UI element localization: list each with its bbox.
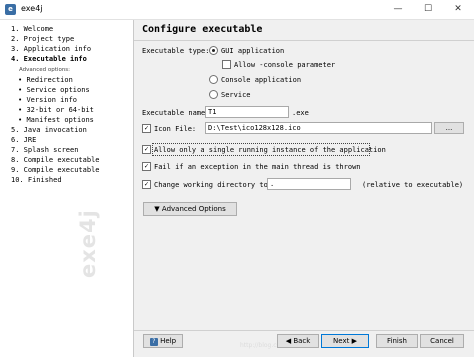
back-button-label: Back: [293, 337, 311, 345]
wizard-steps-sidebar: 1. Welcome 2. Project type 3. Applicatio…: [0, 20, 134, 357]
step-jre[interactable]: 6. JRE: [11, 136, 36, 144]
cancel-button[interactable]: Cancel: [420, 334, 464, 348]
step-manifest-options[interactable]: • Manifest options: [18, 116, 94, 124]
icon-file-input[interactable]: D:\Test\ico128x128.ico: [205, 122, 432, 134]
title-divider: [134, 40, 474, 41]
icon-file-checkbox[interactable]: ✓: [142, 124, 151, 133]
step-application-info[interactable]: 3. Application info: [11, 45, 91, 53]
step-executable-info[interactable]: 4. Executable info: [11, 55, 87, 63]
step-32-64-bit-label: 32-bit or 64-bit: [26, 106, 94, 114]
footer-divider: [134, 330, 474, 331]
fail-on-exception-checkbox[interactable]: ✓: [142, 162, 151, 171]
advanced-options-button-label: Advanced Options: [161, 205, 226, 213]
console-application-radio[interactable]: [209, 75, 218, 84]
console-application-label: Console application: [221, 76, 302, 84]
step-java-invocation[interactable]: 5. Java invocation: [11, 126, 87, 134]
step-32-64-bit[interactable]: • 32-bit or 64-bit: [18, 106, 94, 114]
change-working-dir-checkbox[interactable]: ✓: [142, 180, 151, 189]
gui-application-label: GUI application: [221, 47, 285, 55]
next-button-label: Next: [333, 337, 350, 345]
back-button[interactable]: ◀ Back: [277, 334, 319, 348]
help-button[interactable]: ? Help: [143, 334, 183, 348]
relative-to-executable-label: (relative to executable): [362, 181, 464, 189]
step-service-options-label: Service options: [26, 86, 90, 94]
working-dir-input[interactable]: .: [267, 178, 351, 190]
executable-name-label: Executable name:: [142, 109, 210, 117]
allow-single-instance-checkbox[interactable]: ✓: [142, 145, 151, 154]
help-icon: ?: [149, 338, 158, 346]
allow-console-label: Allow -console parameter: [234, 61, 336, 69]
close-button[interactable]: ✕: [443, 0, 473, 19]
executable-type-label: Executable type:: [142, 47, 210, 55]
advanced-options-button[interactable]: ▼ Advanced Options: [143, 202, 237, 216]
fail-on-exception-label: Fail if an exception in the main thread …: [154, 163, 361, 171]
icon-file-label: Icon File:: [154, 125, 197, 133]
step-version-info[interactable]: • Version info: [18, 96, 77, 104]
step-version-info-label: Version info: [26, 96, 78, 104]
minimize-button[interactable]: —: [383, 0, 413, 19]
exe4j-watermark: exe4j: [76, 209, 100, 278]
service-radio[interactable]: [209, 90, 218, 99]
maximize-button[interactable]: ☐: [413, 0, 443, 19]
service-label: Service: [221, 91, 251, 99]
help-button-label: Help: [160, 337, 177, 345]
gui-application-radio[interactable]: [209, 46, 218, 55]
page-title: Configure executable: [142, 24, 263, 35]
step-redirection[interactable]: • Redirection: [18, 76, 73, 84]
next-button[interactable]: Next ▶: [321, 334, 369, 348]
step-finished[interactable]: 10. Finished: [11, 176, 62, 184]
step-project-type[interactable]: 2. Project type: [11, 35, 74, 43]
step-manifest-options-label: Manifest options: [26, 116, 94, 124]
executable-name-input[interactable]: T1: [205, 106, 289, 118]
title-bar: e exe4j — ☐ ✕: [0, 0, 474, 20]
step-compile-executable-b[interactable]: 9. Compile executable: [11, 166, 100, 174]
back-arrow-icon: ◀: [285, 337, 292, 345]
browse-icon-button[interactable]: ...: [434, 122, 464, 134]
step-service-options[interactable]: • Service options: [18, 86, 90, 94]
step-splash-screen[interactable]: 7. Splash screen: [11, 146, 78, 154]
step-welcome[interactable]: 1. Welcome: [11, 25, 53, 33]
advanced-options-label: Advanced options:: [19, 67, 71, 73]
step-compile-executable-a[interactable]: 8. Compile executable: [11, 156, 100, 164]
allow-console-checkbox[interactable]: [222, 60, 231, 69]
executable-extension: .exe: [292, 109, 309, 117]
change-working-dir-label: Change working directory to:: [154, 181, 273, 189]
step-redirection-label: Redirection: [26, 76, 73, 84]
allow-single-instance-label: Allow only a single running instance of …: [154, 146, 386, 154]
finish-button[interactable]: Finish: [376, 334, 418, 348]
next-arrow-icon: ▶: [351, 337, 357, 345]
window-title: exe4j: [21, 4, 43, 13]
exe4j-app-icon: e: [5, 4, 16, 15]
chevron-down-icon: ▼: [154, 205, 160, 213]
